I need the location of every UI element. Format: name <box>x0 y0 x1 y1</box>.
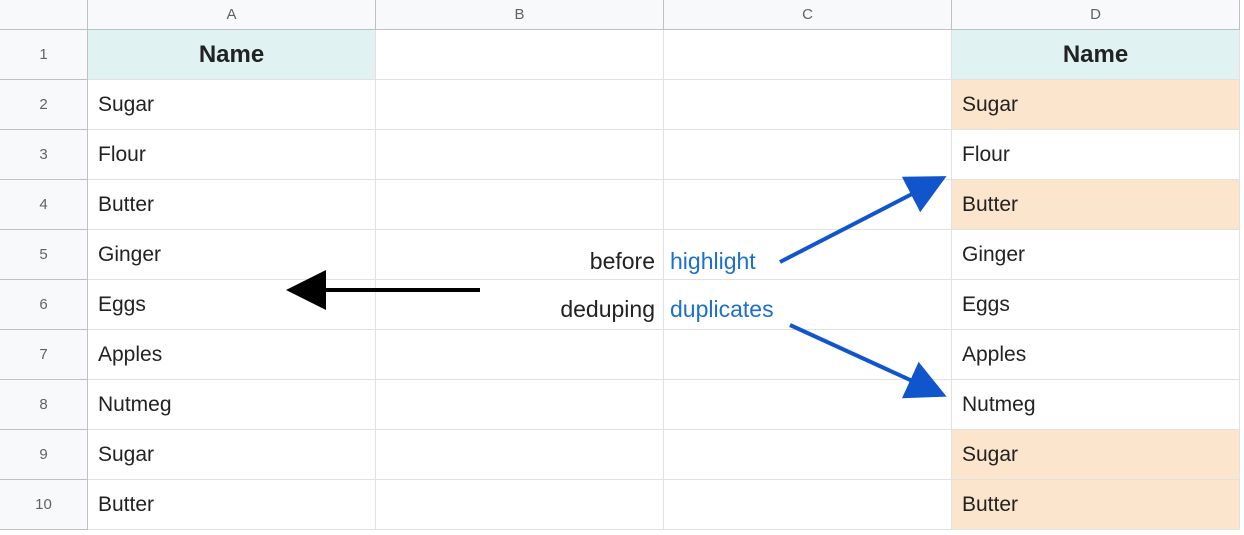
cell-b2[interactable] <box>376 80 664 130</box>
col-header-c[interactable]: C <box>664 0 952 30</box>
cell-c5[interactable] <box>664 230 952 280</box>
row-header-4[interactable]: 4 <box>0 180 88 230</box>
row-header-6[interactable]: 6 <box>0 280 88 330</box>
row-header-3[interactable]: 3 <box>0 130 88 180</box>
corner-cell[interactable] <box>0 0 88 30</box>
cell-c7[interactable] <box>664 330 952 380</box>
row-header-2[interactable]: 2 <box>0 80 88 130</box>
cell-c9[interactable] <box>664 430 952 480</box>
cell-d7[interactable]: Apples <box>952 330 1240 380</box>
cell-b10[interactable] <box>376 480 664 530</box>
cell-a2[interactable]: Sugar <box>88 80 376 130</box>
cell-b7[interactable] <box>376 330 664 380</box>
cell-b1[interactable] <box>376 30 664 80</box>
cell-d3[interactable]: Flour <box>952 130 1240 180</box>
row-header-9[interactable]: 9 <box>0 430 88 480</box>
row-header-7[interactable]: 7 <box>0 330 88 380</box>
cell-d5[interactable]: Ginger <box>952 230 1240 280</box>
cell-b8[interactable] <box>376 380 664 430</box>
cell-d8[interactable]: Nutmeg <box>952 380 1240 430</box>
cell-d1[interactable]: Name <box>952 30 1240 80</box>
col-header-d[interactable]: D <box>952 0 1240 30</box>
cell-a7[interactable]: Apples <box>88 330 376 380</box>
row-header-10[interactable]: 10 <box>0 480 88 530</box>
cell-b3[interactable] <box>376 130 664 180</box>
row-header-8[interactable]: 8 <box>0 380 88 430</box>
row-header-5[interactable]: 5 <box>0 230 88 280</box>
cell-a6[interactable]: Eggs <box>88 280 376 330</box>
cell-b5[interactable] <box>376 230 664 280</box>
spreadsheet-grid[interactable]: A B C D 1NameName2SugarSugar3FlourFlour4… <box>0 0 1244 530</box>
cell-c2[interactable] <box>664 80 952 130</box>
cell-a1[interactable]: Name <box>88 30 376 80</box>
cell-d2[interactable]: Sugar <box>952 80 1240 130</box>
cell-b6[interactable] <box>376 280 664 330</box>
cell-d6[interactable]: Eggs <box>952 280 1240 330</box>
col-header-b[interactable]: B <box>376 0 664 30</box>
cell-d4[interactable]: Butter <box>952 180 1240 230</box>
cell-c3[interactable] <box>664 130 952 180</box>
cell-c8[interactable] <box>664 380 952 430</box>
cell-c10[interactable] <box>664 480 952 530</box>
cell-b9[interactable] <box>376 430 664 480</box>
cell-a5[interactable]: Ginger <box>88 230 376 280</box>
cell-a9[interactable]: Sugar <box>88 430 376 480</box>
cell-a3[interactable]: Flour <box>88 130 376 180</box>
col-header-a[interactable]: A <box>88 0 376 30</box>
cell-a4[interactable]: Butter <box>88 180 376 230</box>
cell-c1[interactable] <box>664 30 952 80</box>
cell-c6[interactable] <box>664 280 952 330</box>
cell-b4[interactable] <box>376 180 664 230</box>
cell-c4[interactable] <box>664 180 952 230</box>
cell-a10[interactable]: Butter <box>88 480 376 530</box>
cell-d9[interactable]: Sugar <box>952 430 1240 480</box>
row-header-1[interactable]: 1 <box>0 30 88 80</box>
cell-a8[interactable]: Nutmeg <box>88 380 376 430</box>
cell-d10[interactable]: Butter <box>952 480 1240 530</box>
